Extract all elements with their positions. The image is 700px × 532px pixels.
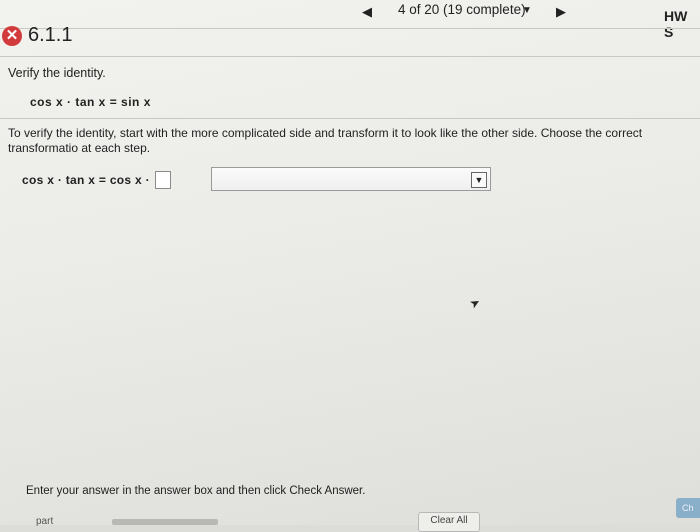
- header-divider: [0, 28, 700, 29]
- question-prompt: Verify the identity.: [8, 66, 106, 80]
- clear-all-button[interactable]: Clear All: [418, 512, 480, 532]
- transformation-dropdown[interactable]: ▼: [211, 167, 491, 191]
- part-progress-bar: [112, 519, 218, 525]
- question-progress[interactable]: 4 of 20 (19 complete): [398, 2, 526, 17]
- chevron-down-icon[interactable]: ▼: [471, 172, 487, 188]
- incorrect-x-icon: ✕: [2, 26, 22, 46]
- question-header-divider: [0, 56, 700, 57]
- question-number: 6.1.1: [28, 24, 73, 46]
- instructions-divider: [0, 118, 700, 119]
- homework-screen: ◀ 4 of 20 (19 complete) ▼ ▶ HW S ✕ 6.1.1…: [0, 0, 700, 532]
- caret-down-icon[interactable]: ▼: [522, 5, 532, 16]
- part-label: part: [36, 516, 54, 527]
- identity-expression: cos x · tan x = sin x: [30, 95, 151, 109]
- answer-input-box[interactable]: [155, 171, 171, 189]
- triangle-right-icon[interactable]: ▶: [556, 4, 566, 20]
- instructions-text: To verify the identity, start with the m…: [8, 126, 643, 155]
- answer-hint: Enter your answer in the answer box and …: [26, 485, 366, 497]
- step-expression: cos x · tan x = cos x ·: [22, 173, 150, 187]
- mouse-cursor-icon: ➤: [467, 294, 483, 312]
- top-navigation: ◀ 4 of 20 (19 complete) ▼ ▶ HW S: [0, 0, 700, 40]
- check-answer-button[interactable]: Ch: [676, 498, 700, 518]
- triangle-left-icon[interactable]: ◀: [362, 4, 372, 20]
- homework-title: HW S: [664, 8, 688, 40]
